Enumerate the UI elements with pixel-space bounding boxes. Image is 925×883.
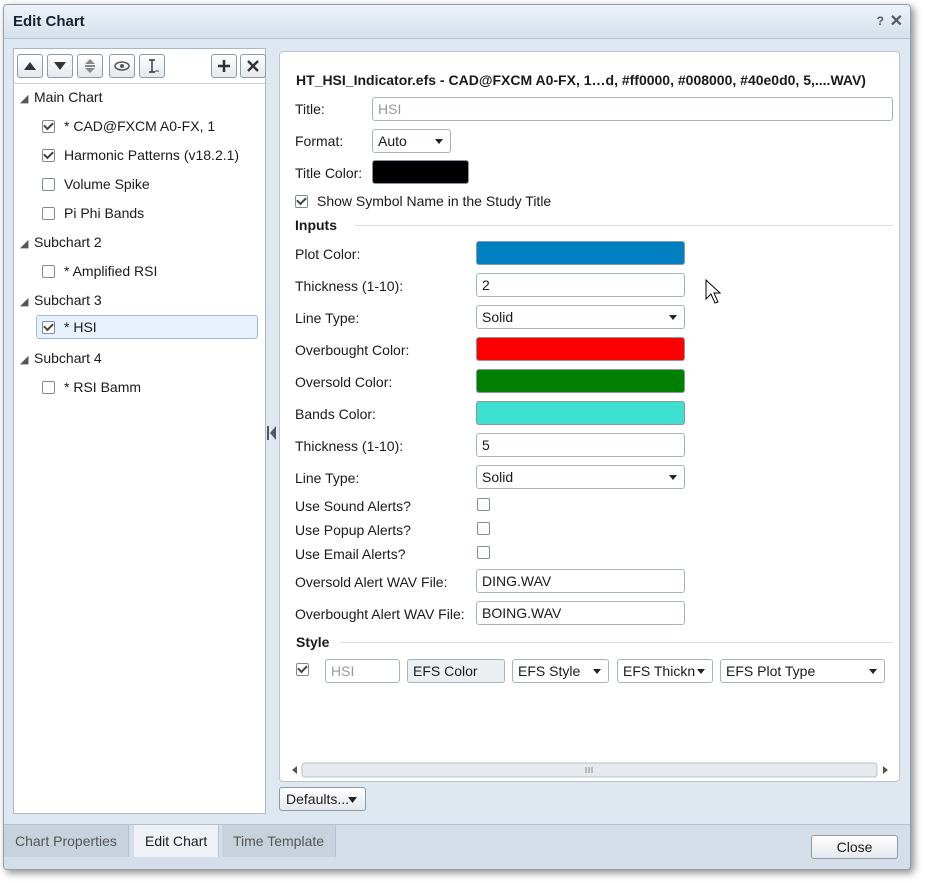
sound-alerts-checkbox[interactable]	[477, 498, 490, 511]
title-color-swatch[interactable]	[372, 160, 469, 184]
tree-item-hsi[interactable]: * HSI	[36, 315, 258, 339]
checkbox[interactable]	[42, 206, 55, 220]
title-bar: Edit Chart ? ✕	[4, 5, 910, 39]
chevron-down-icon	[697, 669, 705, 674]
collapse-panel-icon[interactable]	[266, 423, 276, 443]
bands-line-type-select[interactable]: Solid	[476, 465, 685, 489]
show-symbol-checkbox[interactable]	[295, 194, 308, 208]
bands-line-type-label: Line Type:	[295, 470, 360, 486]
bands-color-label: Bands Color:	[295, 406, 376, 422]
plot-color-label: Plot Color:	[295, 246, 361, 262]
tree-item-rsi-bamm[interactable]: * RSI Bamm	[42, 374, 141, 400]
defaults-button[interactable]: Defaults...	[279, 787, 366, 811]
move-down-icon[interactable]	[47, 54, 73, 78]
close-button[interactable]: Close	[811, 835, 898, 859]
checkbox[interactable]	[42, 148, 55, 162]
popup-alerts-checkbox[interactable]	[477, 522, 490, 535]
title-input[interactable]	[372, 97, 893, 121]
bands-thickness-label: Thickness (1-10):	[295, 438, 404, 454]
window-title: Edit Chart	[13, 13, 85, 30]
checkbox[interactable]	[42, 177, 55, 191]
chevron-down-icon	[593, 669, 601, 674]
style-visible-checkbox[interactable]	[296, 663, 309, 676]
overbought-color-label: Overbought Color:	[295, 342, 410, 358]
line-type-label: Line Type:	[295, 310, 360, 326]
checkbox[interactable]	[42, 119, 55, 133]
plus-icon[interactable]	[211, 54, 237, 78]
popup-alerts-label: Use Popup Alerts?	[295, 522, 411, 538]
chevron-down-icon	[669, 315, 677, 320]
oversold-color-label: Oversold Color:	[295, 374, 393, 390]
help-icon[interactable]: ?	[877, 14, 884, 28]
format-select[interactable]: Auto	[372, 129, 451, 153]
edit-chart-window: Edit Chart ? ✕ ◢ Main Chart * CAD@FXCM A…	[3, 4, 911, 870]
efs-thickness-select[interactable]: EFS Thickn	[617, 659, 713, 683]
collapse-arrow-icon[interactable]: ◢	[20, 289, 34, 315]
tree-item-pi-phi-bands[interactable]: Pi Phi Bands	[42, 200, 144, 226]
move-up-icon[interactable]	[17, 54, 43, 78]
tree-group-subchart-3[interactable]: ◢ Subchart 3	[20, 287, 102, 313]
chevron-down-icon	[869, 669, 877, 674]
thickness-input[interactable]	[476, 273, 685, 297]
inputs-section-heading: Inputs	[295, 217, 337, 233]
line-type-select[interactable]: Solid	[476, 305, 685, 329]
chevron-down-icon	[435, 139, 443, 144]
checkbox[interactable]	[42, 380, 55, 394]
bottom-bar: Chart Properties Edit Chart Time Templat…	[4, 824, 910, 869]
checkbox[interactable]	[42, 320, 55, 334]
study-tree: ◢ Main Chart * CAD@FXCM A0-FX, 1 Harmonic…	[14, 83, 265, 813]
efs-color-button[interactable]: EFS Color	[407, 659, 505, 683]
email-alerts-checkbox[interactable]	[477, 546, 490, 559]
eye-icon[interactable]	[109, 54, 135, 78]
collapse-arrow-icon[interactable]: ◢	[20, 231, 34, 257]
efs-plot-type-select[interactable]: EFS Plot Type	[720, 659, 885, 683]
collapse-arrow-icon[interactable]: ◢	[20, 86, 34, 112]
study-list-panel: ◢ Main Chart * CAD@FXCM A0-FX, 1 Harmonic…	[13, 48, 266, 814]
tree-group-main-chart[interactable]: ◢ Main Chart	[20, 84, 102, 110]
title-color-label: Title Color:	[295, 165, 363, 181]
divider	[355, 225, 893, 226]
overbought-color-swatch[interactable]	[476, 337, 685, 361]
horizontal-scrollbar[interactable]	[290, 761, 890, 779]
bands-thickness-input[interactable]	[476, 433, 685, 457]
show-symbol-label: Show Symbol Name in the Study Title	[317, 193, 552, 209]
overbought-wav-label: Overbought Alert WAV File:	[295, 606, 465, 622]
collapse-arrow-icon[interactable]: ◢	[20, 347, 34, 373]
tree-item-cad-fxcm[interactable]: * CAD@FXCM A0-FX, 1	[42, 113, 215, 139]
style-name-input[interactable]	[325, 659, 400, 683]
chevron-down-icon	[348, 797, 357, 803]
sound-alerts-label: Use Sound Alerts?	[295, 498, 411, 514]
oversold-color-swatch[interactable]	[476, 369, 685, 393]
tab-time-template[interactable]: Time Template	[222, 825, 337, 857]
divider	[340, 642, 893, 643]
tree-group-subchart-4[interactable]: ◢ Subchart 4	[20, 345, 102, 371]
study-properties-panel: HT_HSI_Indicator.efs - CAD@FXCM A0-FX, 1…	[279, 51, 900, 782]
tab-edit-chart[interactable]: Edit Chart	[134, 825, 220, 857]
study-header: HT_HSI_Indicator.efs - CAD@FXCM A0-FX, 1…	[296, 72, 866, 88]
oversold-wav-label: Oversold Alert WAV File:	[295, 574, 448, 590]
tree-item-harmonic-patterns[interactable]: Harmonic Patterns (v18.2.1)	[42, 142, 239, 168]
show-symbol-row[interactable]: Show Symbol Name in the Study Title	[295, 193, 551, 209]
checkbox[interactable]	[42, 264, 55, 278]
tree-item-amplified-rsi[interactable]: * Amplified RSI	[42, 258, 157, 284]
efs-style-select[interactable]: EFS Style	[512, 659, 609, 683]
oversold-wav-input[interactable]	[476, 569, 685, 593]
bands-color-swatch[interactable]	[476, 401, 685, 425]
tab-chart-properties[interactable]: Chart Properties	[4, 825, 129, 857]
reorder-icon[interactable]	[77, 54, 103, 78]
email-alerts-label: Use Email Alerts?	[295, 546, 406, 562]
tree-group-subchart-2[interactable]: ◢ Subchart 2	[20, 229, 102, 255]
plot-color-swatch[interactable]	[476, 241, 685, 265]
tree-item-volume-spike[interactable]: Volume Spike	[42, 171, 150, 197]
close-icon[interactable]: ✕	[890, 11, 903, 31]
delete-icon[interactable]	[240, 54, 266, 78]
mouse-cursor-icon	[705, 279, 721, 304]
style-section-heading: Style	[296, 634, 330, 650]
thickness-label: Thickness (1-10):	[295, 278, 404, 294]
overbought-wav-input[interactable]	[476, 601, 685, 625]
chevron-down-icon	[669, 475, 677, 480]
title-label: Title:	[295, 101, 325, 117]
format-label: Format:	[295, 133, 344, 149]
text-cursor-icon[interactable]	[139, 54, 165, 78]
